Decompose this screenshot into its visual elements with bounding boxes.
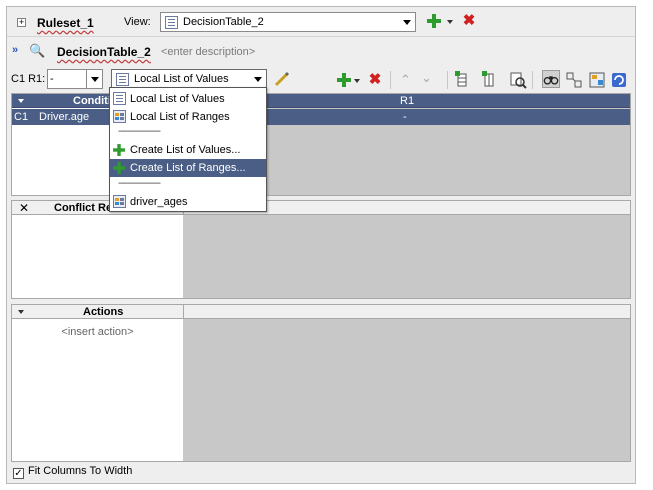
cell-value: - bbox=[50, 73, 54, 85]
add-menu-arrow-icon[interactable] bbox=[354, 79, 360, 83]
actions-rule-header[interactable] bbox=[183, 305, 630, 319]
fit-columns-label[interactable]: Fit Columns To Width bbox=[28, 465, 132, 477]
toolbar-divider bbox=[390, 71, 391, 89]
analyze-binoculars-icon[interactable] bbox=[542, 70, 560, 88]
insert-column-icon[interactable] bbox=[454, 71, 472, 89]
plus-icon bbox=[113, 162, 125, 174]
menu-item-create-list-of-values[interactable]: Create List of Values... bbox=[110, 141, 266, 159]
view-select-value: DecisionTable_2 bbox=[183, 16, 264, 28]
search-icon[interactable]: 🔍 bbox=[29, 43, 45, 59]
toolbar-divider bbox=[447, 71, 448, 89]
menu-item-local-list-of-ranges[interactable]: Local List of Ranges bbox=[110, 108, 266, 126]
move-down-icon[interactable]: ⌄ bbox=[421, 70, 432, 86]
actions-panel: Actions <insert action> bbox=[11, 304, 631, 462]
actions-rule-area[interactable] bbox=[183, 305, 630, 461]
menu-item-label: Create List of Values... bbox=[130, 144, 241, 156]
actions-header-label: Actions bbox=[83, 306, 124, 318]
menu-item-local-list-of-values[interactable]: Local List of Values bbox=[110, 90, 266, 108]
insert-row-icon[interactable] bbox=[481, 71, 499, 89]
menu-item-create-list-of-ranges[interactable]: Create List of Ranges... bbox=[110, 159, 266, 177]
chevron-down-icon[interactable] bbox=[86, 70, 102, 88]
delete-icon[interactable]: ✖ bbox=[462, 13, 476, 28]
condition-row[interactable]: C1 Driver.age - bbox=[12, 109, 630, 125]
delete-condition-icon[interactable]: ✖ bbox=[368, 72, 382, 87]
menu-separator: ------------------ bbox=[118, 126, 161, 137]
menu-item-driver-ages[interactable]: driver_ages bbox=[110, 193, 266, 211]
view-label: View: bbox=[124, 16, 151, 28]
ruleset-header: + Ruleset_1 View: DecisionTable_2 ✖ bbox=[7, 7, 635, 37]
split-table-icon[interactable] bbox=[565, 71, 583, 89]
plus-icon bbox=[113, 144, 125, 156]
menu-item-label: Local List of Values bbox=[130, 93, 225, 105]
condition-name: Driver.age bbox=[39, 111, 90, 123]
actions-header[interactable]: Actions bbox=[12, 305, 183, 319]
close-conflicts-icon[interactable]: ✕ bbox=[19, 201, 29, 215]
collapse-chevron-icon[interactable]: » bbox=[12, 44, 18, 56]
chevron-down-icon[interactable] bbox=[250, 70, 266, 88]
decision-table-icon bbox=[165, 16, 178, 29]
range-icon bbox=[113, 110, 126, 123]
list-icon bbox=[113, 92, 126, 105]
decision-table-header: » 🔍 DecisionTable_2 <enter description> bbox=[7, 39, 635, 63]
conflict-header-label: Conflict Re bbox=[54, 202, 113, 214]
collapse-actions-icon[interactable] bbox=[18, 310, 24, 314]
condition-toolbar: C1 R1: - Local List of Values ✖ ⌃ ⌄ bbox=[7, 67, 635, 93]
chevron-down-icon[interactable] bbox=[399, 13, 415, 31]
decision-table-title[interactable]: DecisionTable_2 bbox=[57, 45, 151, 59]
list-of-values-menu: Local List of Values Local List of Range… bbox=[109, 87, 267, 212]
menu-item-label: Create List of Ranges... bbox=[130, 162, 246, 174]
move-up-icon[interactable]: ⌃ bbox=[400, 72, 411, 88]
add-condition-icon[interactable] bbox=[337, 73, 351, 87]
collapse-conditions-icon[interactable] bbox=[18, 99, 24, 103]
edit-pencil-icon[interactable] bbox=[273, 70, 291, 88]
menu-item-label: driver_ages bbox=[130, 196, 188, 208]
compact-table-icon[interactable] bbox=[588, 71, 606, 89]
condition-rule-cell[interactable]: - bbox=[403, 111, 407, 123]
condition-id: C1 bbox=[14, 111, 29, 123]
toolbar-divider bbox=[532, 71, 533, 89]
list-of-values-select[interactable]: Local List of Values bbox=[111, 69, 267, 89]
view-select[interactable]: DecisionTable_2 bbox=[160, 12, 416, 32]
menu-separator: ------------------ bbox=[118, 178, 161, 189]
conflict-rule-area[interactable] bbox=[183, 201, 630, 298]
conflict-left-column bbox=[12, 201, 183, 298]
cell-value-select[interactable]: - bbox=[47, 69, 103, 89]
list-icon bbox=[116, 73, 129, 86]
expand-ruleset-icon[interactable]: + bbox=[17, 18, 26, 27]
conditions-panel: Conditi R1 C1 Driver.age - bbox=[11, 93, 631, 196]
description-field[interactable]: <enter description> bbox=[161, 46, 255, 58]
rule-column-label: R1 bbox=[400, 95, 415, 107]
insert-action-placeholder[interactable]: <insert action> bbox=[12, 326, 183, 338]
conflict-resolution-panel: ✕ Conflict Re bbox=[11, 200, 631, 299]
ruleset-title[interactable]: Ruleset_1 bbox=[37, 16, 94, 30]
add-menu-arrow-icon[interactable] bbox=[447, 20, 453, 24]
add-icon[interactable] bbox=[427, 14, 441, 28]
fit-columns-checkbox[interactable]: ✓ bbox=[13, 468, 24, 479]
conditions-header-label: Conditi bbox=[73, 95, 111, 107]
find-icon[interactable] bbox=[509, 71, 527, 89]
list-of-values-value: Local List of Values bbox=[134, 73, 229, 85]
rules-editor-window: + Ruleset_1 View: DecisionTable_2 ✖ » 🔍 … bbox=[0, 0, 653, 490]
cell-label: C1 R1: bbox=[11, 73, 46, 85]
refresh-icon[interactable] bbox=[610, 71, 628, 89]
range-icon bbox=[113, 195, 126, 208]
menu-item-label: Local List of Ranges bbox=[130, 111, 230, 123]
ruleset-panel: + Ruleset_1 View: DecisionTable_2 ✖ » 🔍 … bbox=[6, 6, 636, 484]
